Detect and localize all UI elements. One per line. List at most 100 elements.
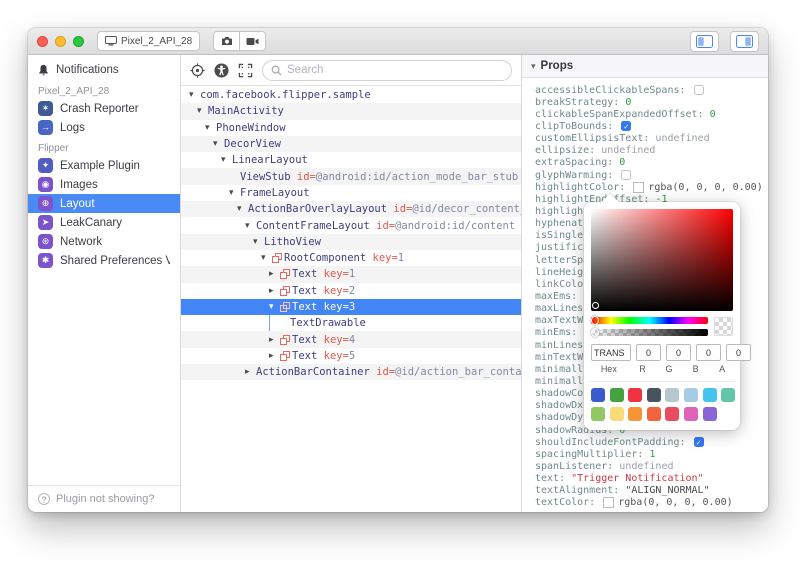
tree-node-viewstub-android-id-action-mode-bar-stub[interactable]: ViewStub id= @android:id/action_mode_bar_… [181,168,521,185]
sidebar-item-example-plugin[interactable]: ✦ Example Plugin [28,156,180,175]
color-swatch[interactable] [683,388,698,402]
color-swatch[interactable] [591,407,605,421]
prop-row-ellipsize: ellipsize: undefined [535,145,768,157]
tree-node-decorview[interactable]: ▾ DecorView [181,135,521,153]
tree-node-text-5[interactable]: ▸ Text key= 5 [181,348,521,364]
chevron-down-icon[interactable]: ▾ [269,302,280,312]
chevron-right-icon[interactable]: ▸ [269,335,280,345]
checkbox-unchecked[interactable] [693,85,704,96]
chevron-right-icon[interactable]: ▸ [269,269,280,279]
tree-node-name: PhoneWindow [216,121,286,134]
tree-node-text-2[interactable]: ▸ Text key= 2 [181,283,521,299]
sidebar-item-images[interactable]: ◉ Images [28,175,180,194]
color-swatch[interactable] [665,388,680,402]
sidebar-item-layout[interactable]: ⊕ Layout [28,194,180,213]
toggle-right-sidebar-button[interactable] [730,30,759,52]
color-swatch[interactable] [628,388,643,402]
props-title: Props [540,60,574,72]
chevron-down-icon[interactable]: ▾ [221,155,232,165]
checkbox-checked[interactable]: ✓ [693,437,704,448]
color-swatch[interactable] [665,407,680,421]
prop-row-shouldincludefontpadding: shouldIncludeFontPadding: ✓ [535,436,768,448]
color-swatch[interactable] [721,388,736,402]
green-input[interactable] [666,344,691,361]
hue-marker[interactable] [591,316,599,325]
sidebar-item-network[interactable]: ⊛ Network [28,232,180,251]
chevron-down-icon[interactable]: ▾ [213,139,224,149]
target-inspect-icon[interactable] [190,62,205,78]
tree-node-name: ActionBarContainer [256,366,370,379]
color-swatch[interactable] [646,388,661,402]
alpha-slider[interactable] [591,328,708,337]
hue-slider[interactable] [591,316,708,325]
props-section-header[interactable]: ▾ Props [522,55,768,78]
color-swatch[interactable] [646,407,661,421]
chevron-right-icon[interactable]: ▸ [269,351,280,361]
chevron-down-icon[interactable]: ▾ [229,188,240,198]
plugin-not-showing-link[interactable]: ? Plugin not showing? [28,485,180,512]
search-input[interactable]: Search [262,59,512,81]
minimize-window-button[interactable] [55,35,66,47]
red-input[interactable] [636,344,661,361]
monitor-icon [105,36,117,46]
color-swatch[interactable] [702,388,717,402]
color-value-swatch[interactable] [603,497,615,509]
expand-corners-icon[interactable] [238,63,253,78]
color-swatch[interactable] [683,407,698,421]
tree-node-lithoview[interactable]: ▾ LithoView [181,233,521,250]
tree-attr-name: key= [366,252,398,265]
prop-row-highlightcolor: highlightColor: rgba(0, 0, 0, 0.00) [535,181,768,193]
chevron-down-icon[interactable]: ▾ [237,204,248,214]
color-swatch[interactable] [591,388,605,402]
sidebar-item-notifications[interactable]: Notifications [28,60,180,80]
alpha-marker[interactable] [591,328,599,337]
sidebar-item-logs[interactable]: → Logs [28,118,180,137]
tree-node-contentframelayout-android-id-content[interactable]: ▾ ContentFrameLayout id= @android:id/conte… [181,217,521,233]
shared-preferences-icon: ✱ [38,253,53,268]
alpha-input[interactable] [726,344,751,361]
color-value-swatch[interactable] [633,181,645,193]
tree-node-actionbaroverlaylayout-id-decor-content-parent[interactable]: ▾ ActionBarOverlayLayout id= @id/decor_con… [181,201,521,218]
chevron-down-icon[interactable]: ▾ [197,106,208,116]
checkbox-checked[interactable]: ✓ [621,121,632,132]
screen-record-button[interactable] [240,31,267,51]
chevron-down-icon[interactable]: ▾ [189,90,200,100]
tree-node-actionbarcontainer-id-action-bar-container[interactable]: ▸ ActionBarContainer id= @id/action_bar_co… [181,364,521,381]
tree-node-framelayout[interactable]: ▾ FrameLayout [181,185,521,201]
sidebar-item-shared-preferences-viewer[interactable]: ✱ Shared Preferences Viewer [28,251,180,270]
toggle-left-sidebar-button[interactable] [690,30,719,52]
chevron-down-icon[interactable]: ▾ [245,221,256,231]
chevron-right-icon[interactable]: ▸ [245,367,256,377]
hex-input[interactable] [591,344,631,361]
saturation-marker[interactable] [592,302,599,309]
saturation-gradient[interactable] [591,209,733,311]
device-selector-button[interactable]: Pixel_2_API_28 [97,31,201,51]
tree-node-text-1[interactable]: ▸ Text key= 1 [181,266,521,283]
tree-node-linearlayout[interactable]: ▾ LinearLayout [181,152,521,168]
sidebar-item-crash-reporter[interactable]: ✶ Crash Reporter [28,99,180,118]
blue-input[interactable] [696,344,721,361]
color-swatch[interactable] [628,407,643,421]
color-swatch[interactable] [702,407,717,421]
zoom-window-button[interactable] [73,35,84,47]
tree-node-textdrawable[interactable]: TextDrawable [181,315,521,332]
color-swatch[interactable] [609,388,624,402]
element-tree: ▾ com.facebook.flipper.sample ▾ MainActivit… [181,86,521,512]
tree-attr-value: 4 [348,333,356,346]
accessibility-icon[interactable] [214,62,229,78]
color-swatch[interactable] [609,407,624,421]
tree-node-mainactivity[interactable]: ▾ MainActivity [181,103,521,120]
sidebar-item-leakcanary[interactable]: ➤ LeakCanary [28,213,180,232]
chevron-right-icon[interactable]: ▸ [269,286,280,296]
screenshot-button[interactable] [213,31,241,51]
checkbox-unchecked[interactable] [621,170,632,181]
tree-node-rootcomponent-1[interactable]: ▾ RootComponent key= 1 [181,250,521,266]
tree-node-com-facebook-flipper-sample[interactable]: ▾ com.facebook.flipper.sample [181,87,521,103]
tree-node-text-4[interactable]: ▸ Text key= 4 [181,331,521,348]
chevron-down-icon[interactable]: ▾ [205,123,216,133]
chevron-down-icon[interactable]: ▾ [261,253,272,263]
chevron-down-icon[interactable]: ▾ [253,237,264,247]
close-window-button[interactable] [37,35,48,47]
tree-node-phonewindow[interactable]: ▾ PhoneWindow [181,120,521,136]
tree-node-text-3[interactable]: ▾ Text key= 3 [181,298,521,316]
